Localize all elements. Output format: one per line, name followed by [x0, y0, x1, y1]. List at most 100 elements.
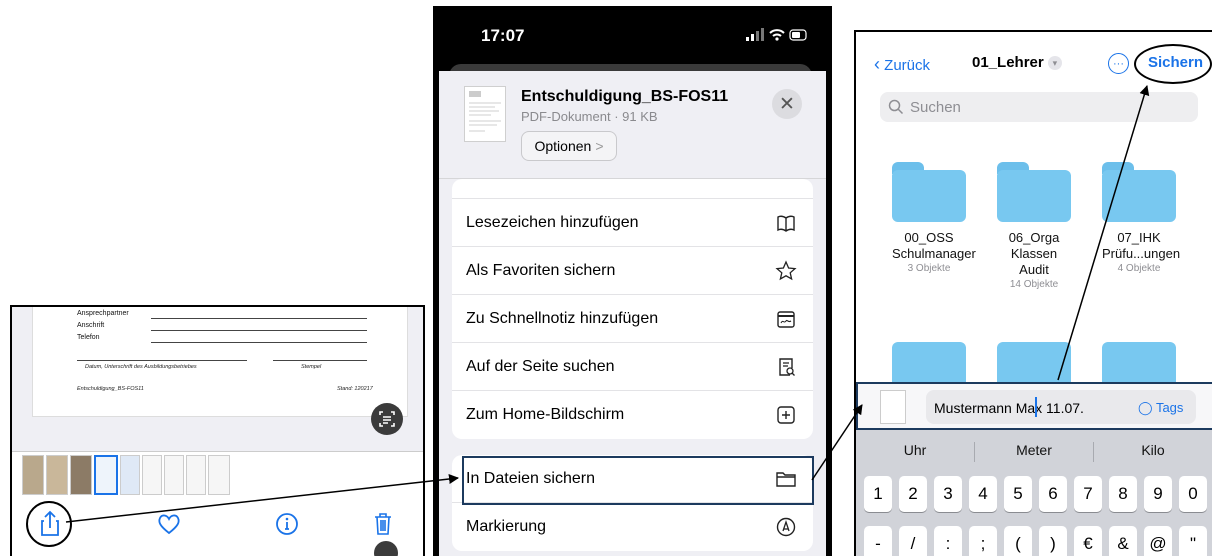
back-button[interactable]: ‹ Zurück — [874, 54, 930, 75]
key[interactable]: 3 — [934, 476, 962, 512]
action-find-on-page[interactable]: Auf der Seite suchen — [452, 343, 813, 391]
folder-name-line1: 00_OSS — [904, 230, 954, 245]
folder-item-partial[interactable] — [1102, 342, 1176, 382]
folder-icon — [892, 162, 966, 222]
folder-item[interactable]: 06_Orga Klassen Audit 14 Objekte — [997, 162, 1071, 291]
key[interactable]: 8 — [1109, 476, 1137, 512]
doc-footer-left: Entschuldigung_BS-FOS11 — [77, 386, 144, 392]
key[interactable]: & — [1109, 526, 1137, 556]
folder-item-partial[interactable] — [892, 342, 966, 382]
key[interactable]: " — [1179, 526, 1207, 556]
key[interactable]: ) — [1039, 526, 1067, 556]
folder-item[interactable]: 07_IHK Prüfu...ungen 4 Objekte — [1102, 162, 1180, 275]
share-header: Entschuldigung_BS-FOS11 PDF-Dokument · 9… — [439, 71, 826, 179]
close-icon: ✕ — [779, 93, 795, 115]
key[interactable]: / — [899, 526, 927, 556]
folder-count: 3 Objekte — [907, 263, 951, 274]
key[interactable]: @ — [1144, 526, 1172, 556]
key[interactable]: 9 — [1144, 476, 1172, 512]
actions-group-1: Lesezeichen hinzufügen Als Favoriten sic… — [452, 179, 813, 439]
key[interactable]: 0 — [1179, 476, 1207, 512]
doc-stamp-caption: Stempel — [301, 364, 322, 370]
live-text-button[interactable] — [371, 403, 403, 435]
favorite-button[interactable] — [152, 507, 186, 541]
live-text-mini-button[interactable] — [374, 541, 398, 556]
key[interactable]: ; — [969, 526, 997, 556]
key[interactable]: - — [864, 526, 892, 556]
key[interactable]: 5 — [1004, 476, 1032, 512]
doc-sign-caption: Datum, Unterschrift des Ausbildungsbetri… — [85, 364, 197, 370]
folder-item[interactable]: 00_OSS Schulmanager 3 Objekte — [892, 162, 976, 275]
chevron-down-icon: ▾ — [1047, 56, 1062, 70]
chevron-left-icon: ‹ — [874, 54, 880, 74]
search-field[interactable]: Suchen — [880, 92, 1198, 122]
ellipsis-icon: ··· — [1113, 57, 1124, 70]
thumbnail[interactable] — [208, 455, 230, 495]
folder-icon — [1102, 162, 1176, 222]
key[interactable]: ( — [1004, 526, 1032, 556]
chevron-right-icon: > — [595, 138, 604, 154]
file-name: Entschuldigung_BS-FOS11 — [521, 88, 729, 105]
more-button[interactable]: ··· — [1108, 53, 1129, 74]
key[interactable]: 2 — [899, 476, 927, 512]
doc-line — [151, 330, 367, 331]
thumbnail-selected[interactable] — [94, 455, 118, 495]
tags-button[interactable]: ◯ Tags — [1138, 400, 1183, 416]
action-label: Auf der Seite suchen — [466, 357, 615, 375]
action-quick-note[interactable]: Zu Schnellnotiz hinzufügen — [452, 295, 813, 343]
status-icons — [746, 28, 810, 45]
delete-button[interactable] — [366, 507, 400, 541]
doc-footer-right: Stand: 120217 — [337, 386, 373, 392]
thumbnail[interactable] — [22, 455, 44, 495]
file-meta: PDF-Dokument · 91 KB — [521, 109, 658, 124]
thumbnail-strip[interactable] — [12, 451, 423, 497]
info-icon — [276, 513, 298, 535]
folder-item-partial[interactable] — [997, 342, 1071, 382]
thumbnail[interactable] — [186, 455, 206, 495]
doc-stamp-line — [273, 360, 367, 361]
tags-label: Tags — [1155, 400, 1184, 415]
save-highlight-oval — [1134, 44, 1212, 84]
photos-toolbar — [12, 497, 423, 556]
suggestion[interactable]: Kilo — [1094, 442, 1212, 458]
action-label: Zum Home-Bildschirm — [466, 406, 625, 423]
info-button[interactable] — [270, 507, 304, 541]
thumbnail[interactable] — [46, 455, 68, 495]
close-button[interactable]: ✕ — [772, 89, 802, 119]
filename-bar: Mustermann Max 11.07. ◯ Tags — [856, 382, 1212, 430]
folder-count: 4 Objekte — [1117, 263, 1161, 274]
doc-sign-line — [77, 360, 247, 361]
key[interactable]: 7 — [1074, 476, 1102, 512]
action-label: Zu Schnellnotiz hinzufügen — [466, 309, 659, 327]
tag-icon: ◯ — [1138, 400, 1153, 415]
action-save-favorite[interactable]: Als Favoriten sichern — [452, 247, 813, 295]
options-button[interactable]: Optionen > — [521, 131, 617, 161]
search-placeholder: Suchen — [910, 98, 961, 116]
action-add-bookmark[interactable]: Lesezeichen hinzufügen — [452, 199, 813, 247]
thumbnail[interactable] — [142, 455, 162, 495]
thumbnail[interactable] — [164, 455, 184, 495]
thumbnail[interactable] — [70, 455, 92, 495]
key[interactable]: € — [1074, 526, 1102, 556]
find-on-page-icon — [775, 356, 797, 378]
suggestion[interactable]: Meter — [975, 442, 1093, 458]
action-label: Als Favoriten sichern — [466, 261, 616, 279]
action-add-home-screen[interactable]: Zum Home-Bildschirm — [452, 391, 813, 439]
key[interactable]: 1 — [864, 476, 892, 512]
star-icon — [775, 259, 797, 282]
folder-title-button[interactable]: 01_Lehrer ▾ — [972, 54, 1062, 71]
status-time: 17:07 — [481, 26, 525, 45]
action-markup[interactable]: Markierung — [452, 503, 813, 551]
options-label: Optionen — [534, 138, 592, 154]
key[interactable]: 6 — [1039, 476, 1067, 512]
folder-icon — [997, 162, 1071, 222]
thumbnail[interactable] — [120, 455, 140, 495]
key[interactable]: : — [934, 526, 962, 556]
key[interactable]: 4 — [969, 476, 997, 512]
filename-value: Mustermann Max 11.07. — [934, 400, 1084, 416]
suggestion[interactable]: Uhr — [856, 442, 974, 458]
trash-icon — [375, 513, 391, 535]
files-panel: ‹ Zurück 01_Lehrer ▾ ··· Sichern Suchen … — [854, 30, 1212, 556]
text-cursor — [1035, 397, 1037, 417]
doc-line — [151, 342, 367, 343]
